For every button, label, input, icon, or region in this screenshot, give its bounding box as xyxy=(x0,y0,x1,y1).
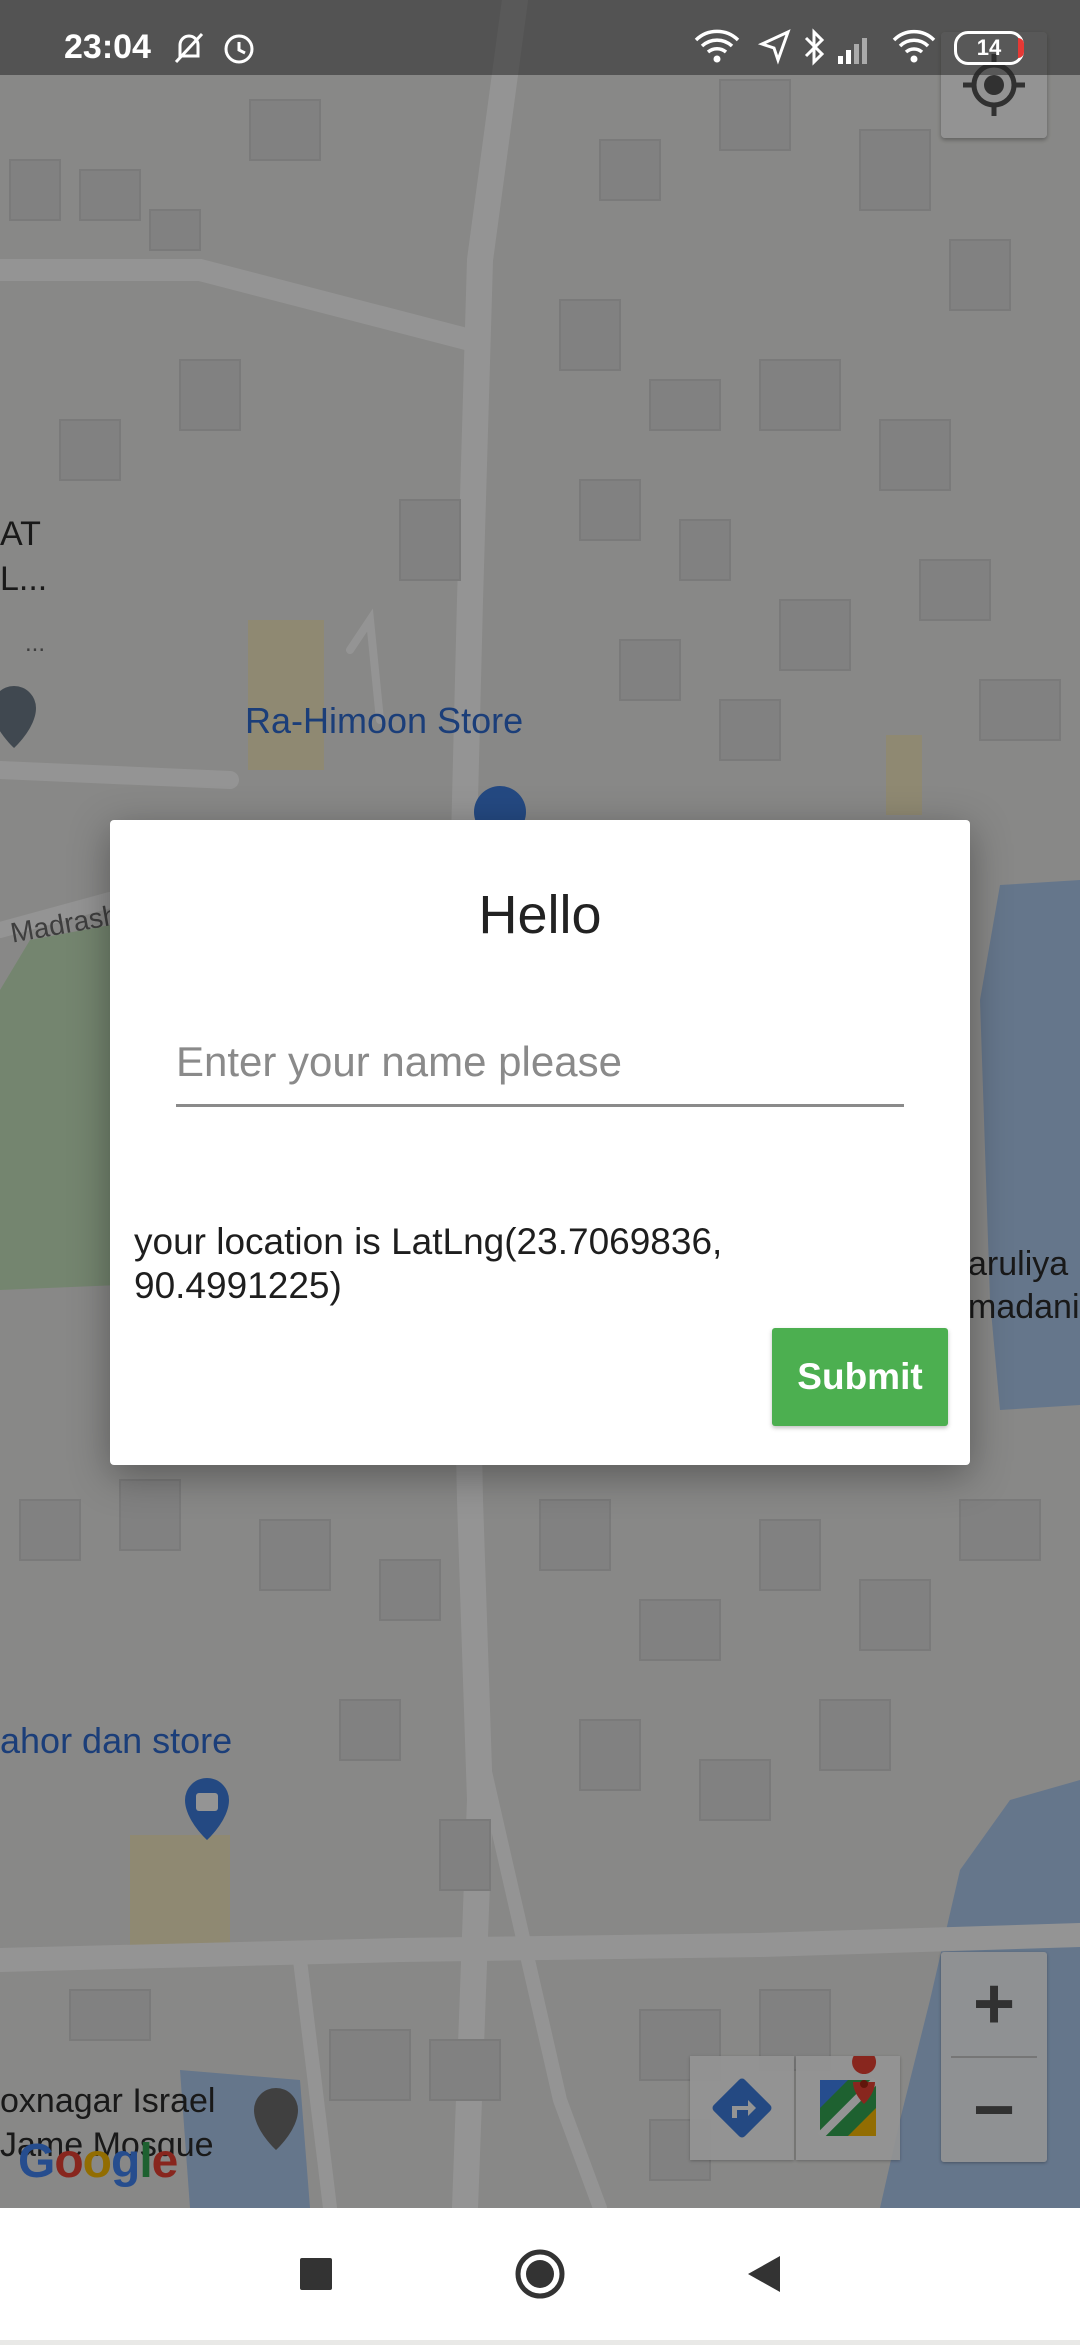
battery-indicator: 14 xyxy=(954,31,1024,65)
name-dialog: Hello your location is LatLng(23.7069836… xyxy=(110,820,970,1465)
back-triangle-icon xyxy=(748,2256,780,2292)
submit-button[interactable]: Submit xyxy=(772,1328,948,1426)
status-time: 23:04 xyxy=(64,28,151,66)
wifi-icon xyxy=(892,29,936,63)
location-text: your location is LatLng(23.7069836, 90.4… xyxy=(134,1221,723,1306)
location-arrow-icon xyxy=(757,29,791,65)
dialog-title: Hello xyxy=(478,885,602,945)
navigation-bar xyxy=(0,2208,1080,2340)
back-button[interactable] xyxy=(696,2208,828,2340)
home-button[interactable] xyxy=(474,2208,606,2340)
muted-bell-icon xyxy=(174,32,204,64)
signal-strength-icon xyxy=(838,38,867,64)
bluetooth-icon xyxy=(804,28,825,66)
wifi-calling-icon xyxy=(694,29,740,63)
name-input[interactable] xyxy=(176,1020,904,1107)
home-circle-icon xyxy=(515,2249,565,2299)
alarm-icon xyxy=(224,34,254,64)
recents-square-icon xyxy=(300,2258,332,2290)
recents-button[interactable] xyxy=(250,2208,382,2340)
status-bar: 23:04 14 xyxy=(0,0,1080,75)
